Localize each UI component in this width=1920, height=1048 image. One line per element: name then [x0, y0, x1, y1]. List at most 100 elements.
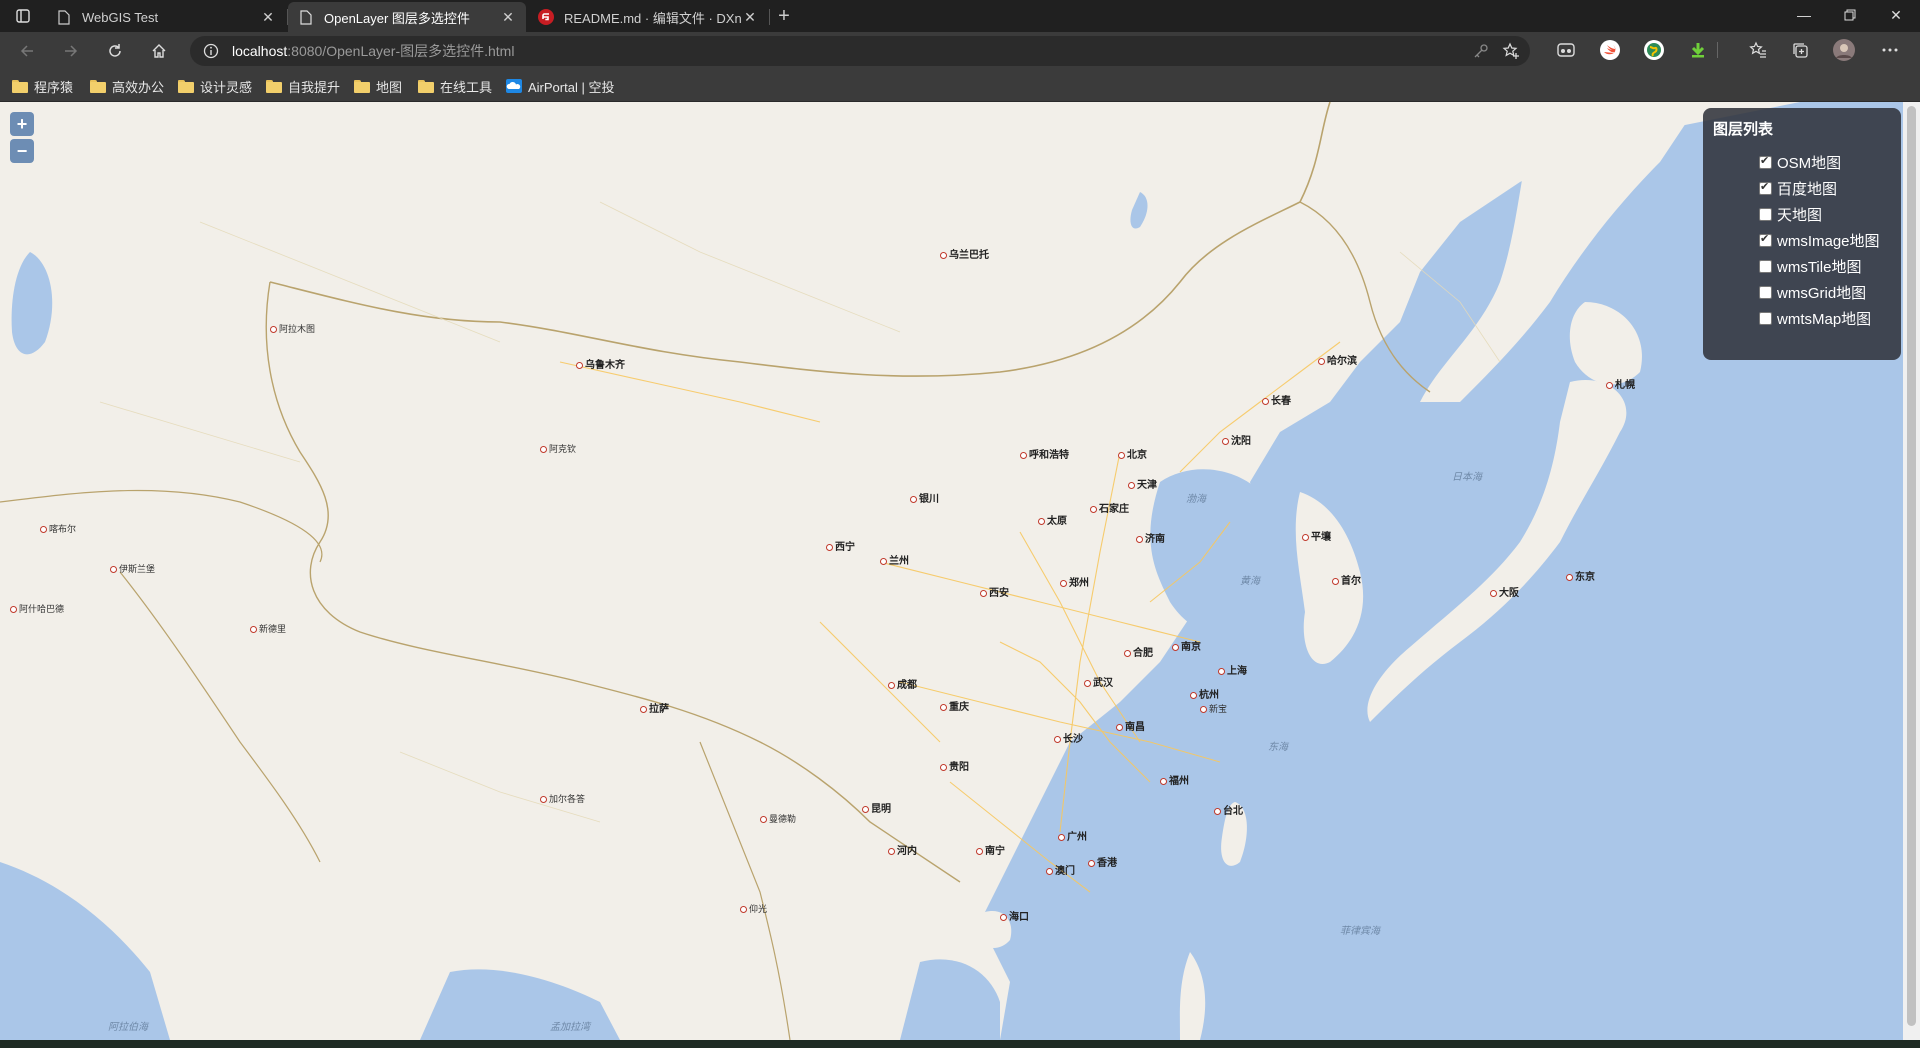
sea-label: 黄海 [1240, 576, 1260, 587]
restore-icon[interactable] [1827, 0, 1873, 30]
close-icon[interactable]: ✕ [742, 9, 758, 25]
page-scrollbar[interactable] [1903, 102, 1920, 1040]
layer-item-wmtsmap[interactable]: wmtsMap地图 [1759, 305, 1891, 331]
bookmark-folder[interactable]: 高效办公 [90, 76, 164, 96]
place-label: 台北 [1214, 802, 1243, 817]
place-label: 银川 [910, 490, 939, 505]
layer-checkbox[interactable] [1759, 311, 1772, 325]
tab-title: WebGIS Test [82, 9, 159, 25]
close-icon[interactable]: ✕ [500, 9, 516, 25]
bookmark-folder[interactable]: 在线工具 [418, 76, 492, 96]
place-label: 拉萨 [640, 700, 669, 715]
layer-checkbox[interactable] [1759, 207, 1772, 221]
tab-title: OpenLayer 图层多选控件 [324, 10, 470, 26]
close-icon[interactable]: ✕ [260, 9, 276, 25]
place-label: 济南 [1136, 530, 1165, 545]
place-label: 成都 [888, 676, 917, 691]
forward-icon[interactable] [56, 36, 86, 66]
folder-icon [266, 79, 282, 93]
place-label: 杭州 [1190, 686, 1219, 701]
minimize-icon[interactable]: — [1781, 0, 1827, 30]
tab-actions-icon[interactable] [8, 6, 38, 26]
layer-label: 天地图 [1777, 206, 1823, 224]
layer-label: wmtsMap地图 [1777, 310, 1872, 328]
more-menu-icon[interactable] [1876, 36, 1904, 64]
bookmark-link[interactable]: AirPortal | 空投 [506, 76, 614, 96]
place-label: 长春 [1262, 392, 1291, 407]
close-window-icon[interactable]: ✕ [1873, 0, 1919, 30]
map-viewport[interactable]: 北京 天津 石家庄 太原 济南 郑州 西安 兰州 西宁 银川 呼和浩特 沈阳 长… [0, 102, 1903, 1040]
layer-checkbox[interactable] [1759, 154, 1772, 169]
zoom-control: + − [10, 112, 34, 163]
tab-openlayer[interactable]: OpenLayer 图层多选控件 ✕ [288, 2, 526, 32]
back-icon[interactable] [12, 36, 42, 66]
place-label: 贵阳 [940, 758, 969, 773]
layer-panel-title: 图层列表 [1713, 121, 1774, 138]
layer-checkbox[interactable] [1759, 285, 1772, 299]
layer-checkbox[interactable] [1759, 259, 1772, 273]
layer-checkbox[interactable] [1759, 232, 1772, 247]
tab-readme[interactable]: README.md · 编辑文件 · DXnim ✕ [528, 2, 768, 32]
layer-checkbox[interactable] [1759, 180, 1772, 195]
place-label: 西宁 [826, 538, 855, 553]
layer-item-wmsimage[interactable]: wmsImage地图 [1759, 227, 1891, 253]
layer-item-osm[interactable]: OSM地图 [1759, 149, 1891, 175]
taskbar-strip [0, 1040, 1920, 1048]
bookmark-label: AirPortal | 空投 [528, 79, 615, 95]
place-label: 加尔各答 [540, 792, 585, 805]
place-label: 南京 [1172, 638, 1201, 653]
sea-label: 东海 [1268, 742, 1288, 753]
home-icon[interactable] [144, 36, 174, 66]
layer-label: wmsImage地图 [1777, 232, 1880, 250]
reading-mode-icon[interactable] [1552, 36, 1580, 64]
bookmark-folder[interactable]: 设计灵感 [178, 76, 252, 96]
bookmark-folder[interactable]: 地图 [354, 76, 402, 96]
site-info-icon[interactable] [200, 40, 222, 62]
place-label: 哈尔滨 [1318, 352, 1357, 367]
place-label: 广州 [1058, 828, 1087, 843]
folder-icon [90, 79, 106, 93]
globe-extension-icon[interactable] [1640, 36, 1668, 64]
address-bar[interactable]: localhost:8080/OpenLayer-图层多选控件.html [190, 36, 1530, 66]
place-label: 武汉 [1084, 674, 1113, 689]
layer-item-baidu[interactable]: 百度地图 [1759, 175, 1891, 201]
bookmark-folder[interactable]: 程序猿 [12, 76, 73, 96]
url-path: :8080/OpenLayer-图层多选控件.html [287, 43, 515, 59]
profile-avatar[interactable] [1830, 36, 1858, 64]
layer-item-tianditu[interactable]: 天地图 [1759, 201, 1891, 227]
collections-icon[interactable] [1786, 36, 1814, 64]
new-tab-button[interactable]: + [772, 4, 796, 28]
layer-item-wmstile[interactable]: wmsTile地图 [1759, 253, 1891, 279]
bookmark-label: 在线工具 [440, 79, 493, 95]
swift-extension-icon[interactable] [1596, 36, 1624, 64]
folder-icon [178, 79, 194, 93]
place-label: 重庆 [940, 698, 969, 713]
bookmark-label: 设计灵感 [200, 79, 253, 95]
place-label: 曼德勒 [760, 812, 796, 825]
layer-item-wmsgrid[interactable]: wmsGrid地图 [1759, 279, 1891, 305]
place-label: 喀布尔 [40, 522, 76, 535]
sea-label: 日本海 [1452, 472, 1482, 483]
zoom-out-button[interactable]: − [10, 139, 34, 163]
place-label: 河内 [888, 842, 917, 857]
layer-label: OSM地图 [1777, 154, 1842, 172]
place-label: 上海 [1218, 662, 1247, 677]
tab-webgis-test[interactable]: WebGIS Test ✕ [46, 2, 286, 32]
zoom-in-button[interactable]: + [10, 112, 34, 136]
favorites-icon[interactable] [1744, 36, 1772, 64]
sea-label: 菲律宾海 [1340, 926, 1380, 937]
scrollbar-thumb[interactable] [1907, 106, 1916, 1026]
add-favorite-icon[interactable] [1500, 40, 1522, 62]
map-base-layer [0, 102, 1903, 1040]
bookmark-folder[interactable]: 自我提升 [266, 76, 340, 96]
key-icon[interactable] [1470, 40, 1492, 62]
bookmark-label: 高效办公 [112, 79, 165, 95]
place-label: 合肥 [1124, 644, 1153, 659]
gitee-icon [538, 9, 554, 25]
download-extension-icon[interactable] [1684, 36, 1712, 64]
airportal-icon [506, 79, 522, 93]
browser-toolbar: localhost:8080/OpenLayer-图层多选控件.html [0, 32, 1920, 70]
place-label: 札幌 [1606, 376, 1635, 391]
place-label: 新宝 [1200, 702, 1227, 715]
refresh-icon[interactable] [100, 36, 130, 66]
